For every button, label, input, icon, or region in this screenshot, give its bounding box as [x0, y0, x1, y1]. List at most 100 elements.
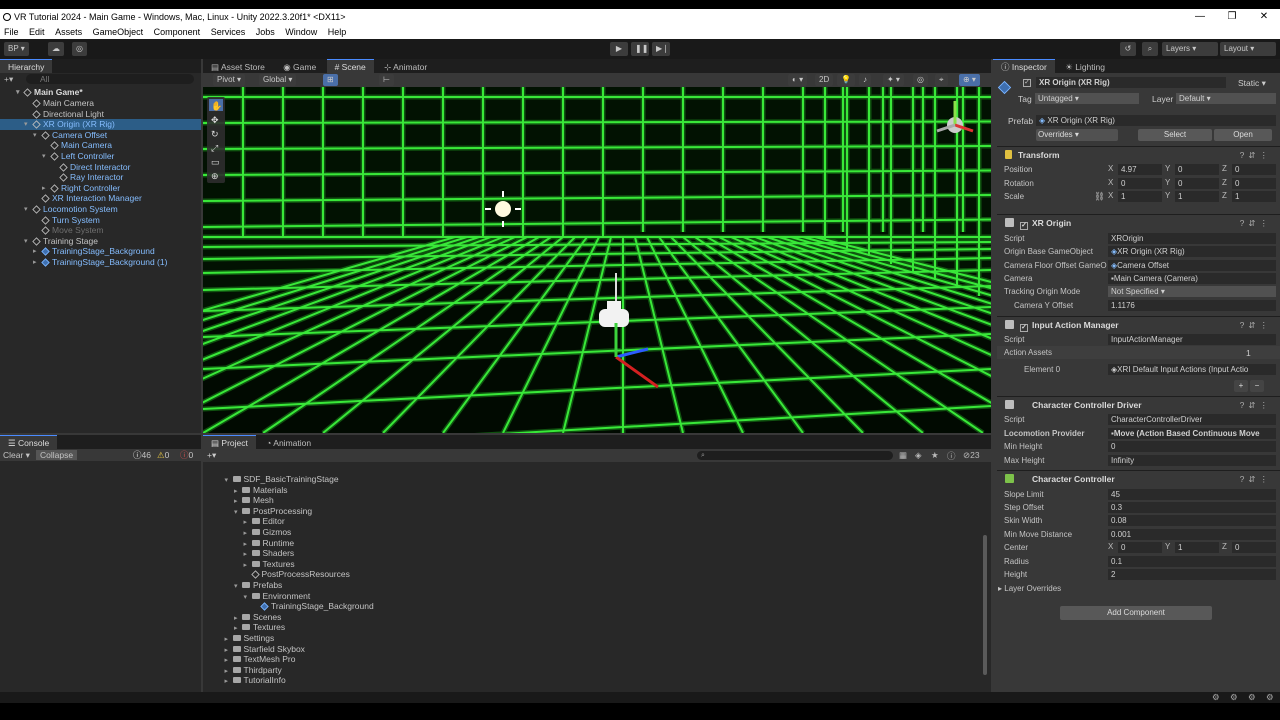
- hierarchy-item[interactable]: Turn System: [41, 215, 100, 226]
- prefab-field[interactable]: ◈ XR Origin (XR Rig): [1036, 115, 1276, 126]
- scale-z-axis-label[interactable]: Z: [1222, 191, 1227, 200]
- project-folder-item[interactable]: ▸ Textures: [234, 622, 285, 633]
- history-icon[interactable]: ↺: [1120, 42, 1136, 56]
- scene-viewport[interactable]: ✋ ✥ ↻ ⤢ ▭ ⊕: [203, 87, 991, 433]
- center-y-axis-label[interactable]: Y: [1165, 542, 1170, 551]
- project-folder-item[interactable]: ▸ TextMesh Pro: [225, 654, 296, 665]
- layers-dropdown[interactable]: Layers: [1162, 42, 1218, 56]
- scene-header[interactable]: ▾ Main Game*: [16, 87, 83, 98]
- 2d-toggle[interactable]: 2D: [815, 74, 834, 86]
- maximize-icon[interactable]: ❐: [1222, 9, 1242, 25]
- static-toggle[interactable]: Static: [1238, 78, 1266, 89]
- locomotion-provider-field[interactable]: ▪Move (Action Based Continuous Move: [1108, 428, 1276, 439]
- layer-dropdown[interactable]: Default: [1176, 93, 1276, 104]
- project-folder-item[interactable]: ▸ Thirdparty: [225, 665, 282, 676]
- camera-settings-icon[interactable]: ⌖: [935, 74, 948, 86]
- project-folder-item[interactable]: ▸ TutorialInfo: [225, 675, 286, 686]
- camera-y-offset-field[interactable]: 1.1176: [1108, 300, 1276, 311]
- project-scrollbar[interactable]: [983, 535, 987, 675]
- expand-arrow-icon[interactable]: ▾: [33, 130, 41, 141]
- play-button[interactable]: ▶: [610, 42, 628, 56]
- menu-assets[interactable]: Assets: [55, 27, 82, 37]
- effects-dropdown[interactable]: ✦: [883, 74, 904, 86]
- expand-arrow-icon[interactable]: ▾: [24, 119, 32, 130]
- position-z-field[interactable]: 0: [1232, 164, 1276, 175]
- cloud-icon[interactable]: ☁: [48, 42, 64, 56]
- center-z-axis-label[interactable]: Z: [1222, 542, 1227, 551]
- rotation-x-axis-label[interactable]: X: [1108, 178, 1113, 187]
- lighting-status-icon[interactable]: ⚙: [1248, 692, 1256, 703]
- filter-type-icon[interactable]: ▦: [899, 450, 907, 461]
- expand-arrow-icon[interactable]: ▸: [225, 676, 233, 687]
- hierarchy-item[interactable]: ▾ Locomotion System: [24, 204, 118, 215]
- gizmos-dropdown[interactable]: ⊕: [959, 74, 980, 86]
- overrides-dropdown[interactable]: Overrides: [1036, 129, 1118, 141]
- global-dropdown[interactable]: Global: [259, 74, 297, 86]
- clear-button[interactable]: Clear: [3, 449, 30, 461]
- camera-field[interactable]: ▪Main Camera (Camera): [1108, 273, 1276, 284]
- hierarchy-item[interactable]: ▾ XR Origin (XR Rig): [0, 119, 201, 131]
- rotation-y-field[interactable]: 0: [1175, 178, 1219, 189]
- active-checkbox[interactable]: ✓: [1023, 79, 1031, 87]
- scale-y-axis-label[interactable]: Y: [1165, 191, 1170, 200]
- menu-component[interactable]: Component: [154, 27, 201, 37]
- project-folder-item[interactable]: ▸ Settings: [225, 633, 275, 644]
- input-action-manager-enabled-checkbox[interactable]: ✓: [1020, 324, 1028, 332]
- pause-button[interactable]: ❚❚: [631, 42, 649, 56]
- expand-arrow-icon[interactable]: ▾: [24, 236, 32, 247]
- hidden-packages-icon[interactable]: ⓘ: [947, 450, 956, 462]
- rotation-x-field[interactable]: 0: [1118, 178, 1162, 189]
- expand-arrow-icon[interactable]: ▾: [225, 475, 233, 486]
- input-action-manager-header[interactable]: ✓ Input Action Manager ?⇵⋮: [997, 316, 1280, 332]
- expand-arrow-icon[interactable]: ▸: [42, 183, 50, 194]
- project-folder-item[interactable]: ▸ Scenes: [234, 612, 281, 623]
- min-height-field[interactable]: 0: [1108, 441, 1276, 452]
- min-move-field[interactable]: 0.001: [1108, 529, 1276, 540]
- hierarchy-item[interactable]: Move System: [41, 225, 104, 236]
- scale-x-field[interactable]: 1: [1118, 191, 1162, 202]
- cache-icon[interactable]: ⚙: [1266, 692, 1274, 703]
- search-icon[interactable]: ⌕: [1142, 42, 1158, 56]
- lighting-toggle-icon[interactable]: 💡: [837, 74, 855, 86]
- menu-edit[interactable]: Edit: [29, 27, 45, 37]
- minimize-icon[interactable]: —: [1190, 9, 1210, 25]
- xr-origin-header[interactable]: ✓ XR Origin ?⇵⋮: [997, 214, 1280, 230]
- position-y-field[interactable]: 0: [1175, 164, 1219, 175]
- tag-dropdown[interactable]: Untagged: [1035, 93, 1139, 104]
- menu-services[interactable]: Services: [211, 27, 246, 37]
- warning-filter[interactable]: ⚠0: [157, 449, 169, 461]
- project-folder-item[interactable]: ▸ Textures: [244, 559, 295, 570]
- xr-origin-enabled-checkbox[interactable]: ✓: [1020, 222, 1028, 230]
- tab-lighting[interactable]: ☀ Lighting: [1057, 60, 1113, 74]
- layer-overrides-foldout[interactable]: ▸ Layer Overrides: [998, 582, 1061, 595]
- error-filter[interactable]: ⓘ0: [180, 449, 193, 461]
- project-folder-item[interactable]: ▾ PostProcessing: [234, 506, 312, 517]
- add-component-button[interactable]: Add Component: [1060, 606, 1212, 620]
- expand-arrow-icon[interactable]: ▾: [42, 151, 50, 162]
- origin-base-field[interactable]: ◈XR Origin (XR Rig): [1108, 246, 1276, 257]
- object-name-field[interactable]: XR Origin (XR Rig): [1036, 77, 1226, 88]
- slope-limit-field[interactable]: 45: [1108, 489, 1276, 500]
- select-button[interactable]: Select: [1138, 129, 1212, 141]
- collab-icon[interactable]: ◎: [72, 42, 87, 56]
- center-x-field[interactable]: 0: [1118, 542, 1162, 553]
- collapse-button[interactable]: Collapse: [36, 450, 78, 460]
- position-y-axis-label[interactable]: Y: [1165, 164, 1170, 173]
- rotation-z-axis-label[interactable]: Z: [1222, 178, 1227, 187]
- constrain-proportions-icon[interactable]: ⛓: [1094, 191, 1105, 202]
- tab-inspector[interactable]: ⓘ Inspector: [993, 59, 1055, 73]
- hierarchy-item[interactable]: ▸ TrainingStage_Background (1): [33, 257, 167, 268]
- tab-animator[interactable]: ⊹ Animator: [376, 60, 435, 74]
- component-menu-icons[interactable]: ?⇵⋮: [1240, 147, 1272, 163]
- hidden-count[interactable]: ⊘23: [963, 450, 980, 461]
- audio-toggle-icon[interactable]: ♪: [859, 74, 871, 86]
- action-assets-count[interactable]: 1: [1246, 348, 1251, 358]
- position-x-axis-label[interactable]: X: [1108, 164, 1113, 173]
- rotation-y-axis-label[interactable]: Y: [1165, 178, 1170, 187]
- expand-arrow-icon[interactable]: ▾: [24, 204, 32, 215]
- project-search-input[interactable]: ⌕: [697, 451, 893, 460]
- element-0-field[interactable]: ◈XRI Default Input Actions (Input Actio: [1108, 364, 1276, 375]
- project-folder-item[interactable]: ▸ Materials: [234, 485, 287, 496]
- scale-z-field[interactable]: 1: [1232, 191, 1276, 202]
- component-menu-icons[interactable]: ?⇵⋮: [1240, 471, 1272, 487]
